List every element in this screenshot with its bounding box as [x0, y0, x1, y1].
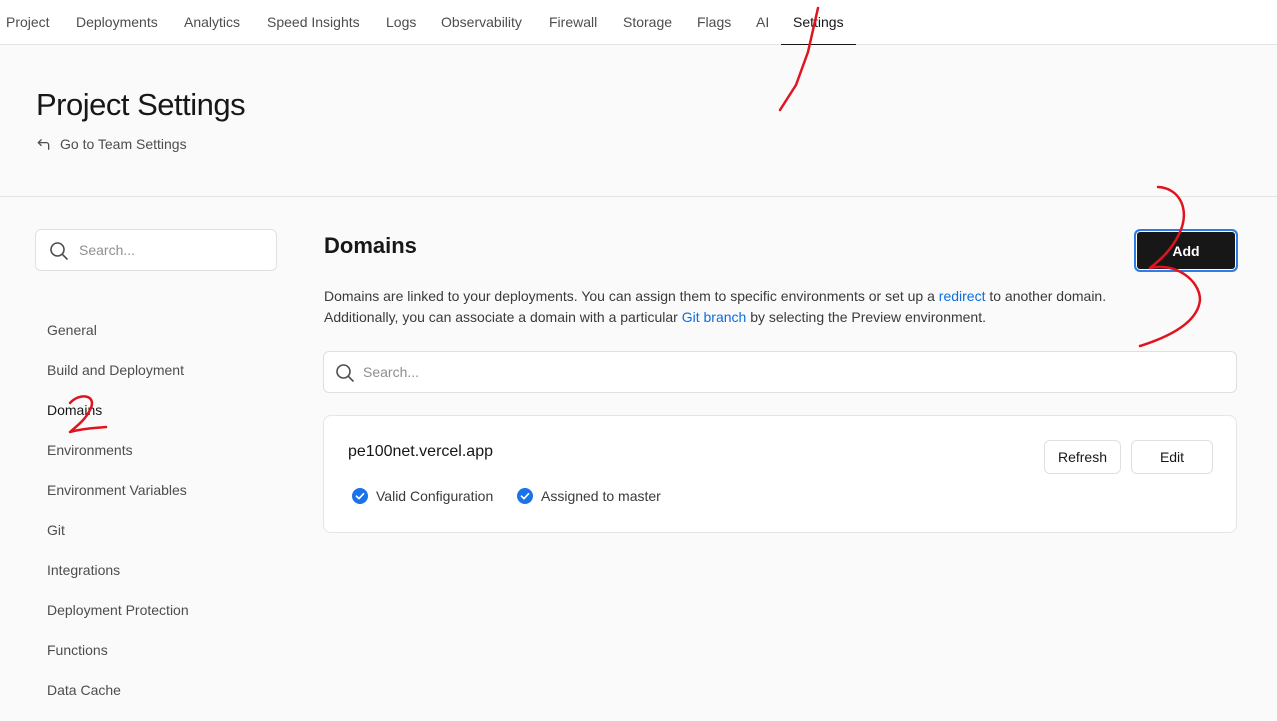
sidebar-item-deployment-protection[interactable]: Deployment Protection — [47, 590, 189, 630]
sidebar-item-integrations[interactable]: Integrations — [47, 550, 189, 590]
nav-tab-deployments[interactable]: Deployments — [76, 0, 158, 45]
team-link-label: Go to Team Settings — [60, 136, 187, 152]
sidebar-item-domains[interactable]: Domains — [47, 390, 189, 430]
description-text: Additionally, you can associate a domain… — [324, 309, 682, 325]
nav-tab-storage[interactable]: Storage — [623, 0, 672, 45]
sidebar-item-functions[interactable]: Functions — [47, 630, 189, 670]
nav-tab-observability[interactable]: Observability — [441, 0, 522, 45]
nav-tab-project[interactable]: Project — [6, 0, 50, 45]
sidebar-item-data-cache[interactable]: Data Cache — [47, 670, 189, 710]
sidebar-item-build-and-deployment[interactable]: Build and Deployment — [47, 350, 189, 390]
back-arrow-icon — [37, 138, 50, 150]
sidebar-item-general[interactable]: General — [47, 310, 189, 350]
nav-tab-analytics[interactable]: Analytics — [184, 0, 240, 45]
check-circle-icon — [517, 488, 533, 504]
search-icon — [50, 242, 68, 260]
status-assigned-branch: Assigned to master — [517, 488, 661, 504]
nav-tab-speed-insights[interactable]: Speed Insights — [267, 0, 360, 45]
sidebar-item-environments[interactable]: Environments — [47, 430, 189, 470]
domains-search — [323, 351, 1237, 393]
top-navigation: Project Deployments Analytics Speed Insi… — [0, 0, 1277, 46]
nav-tab-firewall[interactable]: Firewall — [549, 0, 597, 45]
status-label: Assigned to master — [541, 488, 661, 504]
page-header: Project Settings Go to Team Settings — [0, 45, 1277, 197]
domains-section-title: Domains — [324, 233, 417, 258]
sidebar-item-git[interactable]: Git — [47, 510, 189, 550]
redirect-link[interactable]: redirect — [939, 288, 986, 304]
description-text: Domains are linked to your deployments. … — [324, 288, 939, 304]
nav-tab-flags[interactable]: Flags — [697, 0, 731, 45]
edit-button[interactable]: Edit — [1131, 440, 1213, 474]
refresh-button[interactable]: Refresh — [1044, 440, 1121, 474]
domain-card: pe100net.vercel.app Valid Configuration … — [323, 415, 1237, 533]
settings-sidebar: General Build and Deployment Domains Env… — [47, 310, 189, 710]
sidebar-search — [35, 229, 277, 271]
git-branch-link[interactable]: Git branch — [682, 309, 747, 325]
description-text: to another domain. — [985, 288, 1107, 304]
description-text: by selecting the Preview environment. — [746, 309, 986, 325]
status-label: Valid Configuration — [376, 488, 494, 504]
search-icon — [336, 364, 354, 382]
check-circle-icon — [352, 488, 368, 504]
nav-tab-ai[interactable]: AI — [756, 0, 769, 45]
sidebar-search-input[interactable] — [79, 230, 269, 270]
add-domain-button[interactable]: Add — [1134, 229, 1238, 272]
domain-name[interactable]: pe100net.vercel.app — [348, 443, 493, 461]
nav-tab-logs[interactable]: Logs — [386, 0, 416, 45]
page-title: Project Settings — [36, 87, 246, 122]
domains-description: Domains are linked to your deployments. … — [324, 286, 1224, 328]
sidebar-item-environment-variables[interactable]: Environment Variables — [47, 470, 189, 510]
status-valid-configuration: Valid Configuration — [352, 488, 493, 504]
nav-tab-settings[interactable]: Settings — [781, 0, 856, 46]
go-to-team-settings-link[interactable]: Go to Team Settings — [36, 136, 187, 152]
domains-search-input[interactable] — [363, 352, 1223, 392]
